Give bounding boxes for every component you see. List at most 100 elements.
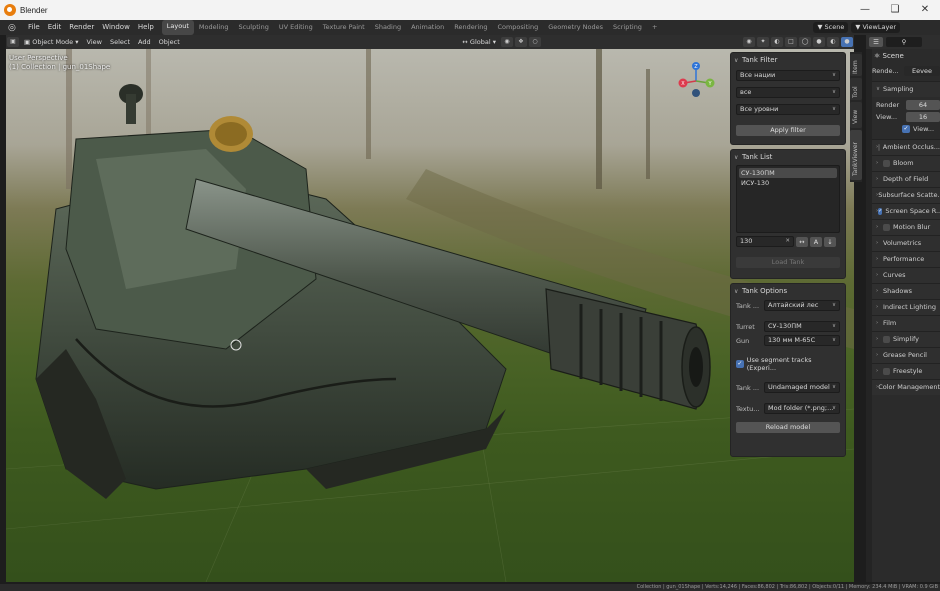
panel-header-motion-blur[interactable]: › Motion Blur	[872, 219, 940, 235]
list-item[interactable]: СУ-130ПМ	[739, 168, 837, 178]
sort-alpha-icon[interactable]: A	[810, 236, 822, 247]
render-samples-field[interactable]: 64	[906, 100, 940, 110]
visibility-icon[interactable]: ◉	[743, 37, 755, 47]
view-menu[interactable]: View	[83, 35, 106, 49]
workspace-tab-shading[interactable]: Shading	[370, 20, 406, 35]
shading-material-icon[interactable]: ◐	[827, 37, 839, 47]
camo-dropdown[interactable]: Алтайский лес ∨	[764, 300, 840, 311]
menu-edit[interactable]: Edit	[44, 20, 66, 35]
pivot-icon[interactable]: ◉	[501, 37, 513, 47]
panel-header-grease-pencil[interactable]: › Grease Pencil	[872, 347, 940, 363]
workspace-tab-rendering[interactable]: Rendering	[449, 20, 492, 35]
tank-list-header[interactable]: ∨ Tank List	[734, 152, 842, 163]
panel-header-performance[interactable]: › Performance	[872, 251, 940, 267]
object-mode-dropdown[interactable]: ▣ Object Mode ▾	[20, 35, 83, 49]
tank-options-header[interactable]: ∨ Tank Options	[734, 286, 842, 297]
tab-tankviewer[interactable]: TankViewer	[850, 130, 862, 180]
load-tank-button[interactable]: Load Tank	[736, 257, 840, 268]
workspace-tab-sculpting[interactable]: Sculpting	[233, 20, 273, 35]
shading-rendered-icon[interactable]: ●	[841, 37, 853, 47]
panel-header-freestyle[interactable]: › Freestyle	[872, 363, 940, 379]
checkbox-unchecked-icon[interactable]	[883, 160, 890, 167]
panel-header-volumetrics[interactable]: › Volumetrics	[872, 235, 940, 251]
workspace-tab-uv-editing[interactable]: UV Editing	[274, 20, 318, 35]
proportional-edit-icon[interactable]: ○	[529, 37, 541, 47]
panel-header-simplify[interactable]: › Simplify	[872, 331, 940, 347]
snap-icon[interactable]: ❖	[515, 37, 527, 47]
panel-header-subsurface-scatte[interactable]: › Subsurface Scatte...	[872, 187, 940, 203]
model-dropdown[interactable]: Undamaged model ∨	[764, 382, 840, 393]
select-menu[interactable]: Select	[106, 35, 134, 49]
maximize-button[interactable]: ❑	[880, 0, 910, 20]
reload-model-button[interactable]: Reload model	[736, 422, 840, 433]
list-item[interactable]: ИСУ-130	[739, 178, 837, 188]
add-menu[interactable]: Add	[134, 35, 155, 49]
gizmo-toggle-icon[interactable]: ✦	[757, 37, 769, 47]
blender-menu-icon[interactable]: ◎	[8, 22, 20, 34]
minimize-button[interactable]: —	[850, 0, 880, 20]
sort-reverse-icon[interactable]: ↓	[824, 236, 836, 247]
tank-list[interactable]: СУ-130ПМ ИСУ-130	[736, 165, 840, 233]
view-layer-selector[interactable]: ▼ ViewLayer	[851, 22, 900, 33]
workspace-tab-compositing[interactable]: Compositing	[492, 20, 543, 35]
editor-type-icon[interactable]: ▣	[7, 37, 19, 47]
workspace-tab-layout[interactable]: Layout	[161, 20, 194, 35]
navigation-gizmo[interactable]: Z Y X	[676, 59, 716, 99]
tank-filter-header[interactable]: ∨ Tank Filter	[734, 55, 842, 66]
close-button[interactable]: ✕	[910, 0, 940, 20]
3d-viewport[interactable]: User Perspective (1) Collection | gun_01…	[6, 49, 854, 582]
scene-selector[interactable]: ▼ Scene	[813, 22, 849, 33]
menu-help[interactable]: Help	[134, 20, 158, 35]
checkbox-unchecked-icon[interactable]	[883, 224, 890, 231]
transform-orientation-dropdown[interactable]: ↔ Global ▾	[458, 35, 500, 49]
workspace-tab-modeling[interactable]: Modeling	[194, 20, 234, 35]
sampling-panel-header[interactable]: ∨ Sampling	[872, 81, 940, 97]
menu-file[interactable]: File	[24, 20, 44, 35]
panel-label: Grease Pencil	[883, 351, 927, 359]
nation-dropdown[interactable]: Все нации ∨	[736, 70, 840, 81]
clear-icon[interactable]: ✕	[785, 237, 790, 246]
editor-type-icon[interactable]: ☰	[869, 37, 883, 47]
panel-header-film[interactable]: › Film	[872, 315, 940, 331]
invert-filter-icon[interactable]: ↔	[796, 236, 808, 247]
workspace-tab-scripting[interactable]: Scripting	[608, 20, 647, 35]
tab-tool[interactable]: Tool	[850, 78, 862, 100]
apply-filter-button[interactable]: Apply filter	[736, 125, 840, 136]
checkbox-unchecked-icon[interactable]	[883, 368, 890, 375]
shading-wireframe-icon[interactable]: ◯	[799, 37, 811, 47]
add-workspace-button[interactable]: +	[647, 20, 662, 35]
overlays-icon[interactable]: ◐	[771, 37, 783, 47]
menu-render[interactable]: Render	[65, 20, 98, 35]
panel-header-shadows[interactable]: › Shadows	[872, 283, 940, 299]
properties-search-input[interactable]: ⚲	[886, 37, 922, 47]
tab-item[interactable]: Item	[850, 54, 862, 76]
workspace-tab-animation[interactable]: Animation	[406, 20, 449, 35]
panel-header-ambient-occlus[interactable]: › Ambient Occlus...	[872, 139, 940, 155]
type-dropdown[interactable]: все ∨	[736, 87, 840, 98]
render-engine-dropdown[interactable]: Eevee	[904, 66, 940, 76]
shading-solid-icon[interactable]: ●	[813, 37, 825, 47]
viewport-samples-field[interactable]: 16	[906, 112, 940, 122]
segment-tracks-checkbox[interactable]: ✓ Use segment tracks (Experi...	[736, 356, 840, 372]
workspace-tab-geometry-nodes[interactable]: Geometry Nodes	[543, 20, 608, 35]
checkbox-unchecked-icon[interactable]	[883, 336, 890, 343]
checkbox-checked-icon[interactable]: ✓	[878, 208, 883, 215]
list-search-input[interactable]: 130 ✕	[736, 236, 794, 247]
panel-header-curves[interactable]: › Curves	[872, 267, 940, 283]
turret-dropdown[interactable]: СУ-130ПМ ∨	[764, 321, 840, 332]
tab-view[interactable]: View	[850, 102, 862, 128]
gun-dropdown[interactable]: 130 мм М-65С ∨	[764, 335, 840, 346]
panel-header-indirect-lighting[interactable]: › Indirect Lighting	[872, 299, 940, 315]
viewport-denoise-checkbox[interactable]: ✓ View...	[872, 123, 940, 135]
panel-header-depth-of-field[interactable]: › Depth of Field	[872, 171, 940, 187]
level-dropdown[interactable]: Все уровни ∨	[736, 104, 840, 115]
object-menu[interactable]: Object	[155, 35, 184, 49]
checkbox-unchecked-icon[interactable]	[878, 144, 880, 151]
workspace-tab-texture-paint[interactable]: Texture Paint	[318, 20, 370, 35]
panel-header-color-management[interactable]: › Color Management	[872, 379, 940, 395]
menu-window[interactable]: Window	[98, 20, 134, 35]
panel-header-bloom[interactable]: › Bloom	[872, 155, 940, 171]
texture-dropdown[interactable]: Mod folder (*.png;... ∨	[764, 403, 840, 414]
panel-header-screen-space-r[interactable]: › ✓ Screen Space R...	[872, 203, 940, 219]
xray-icon[interactable]: □	[785, 37, 797, 47]
